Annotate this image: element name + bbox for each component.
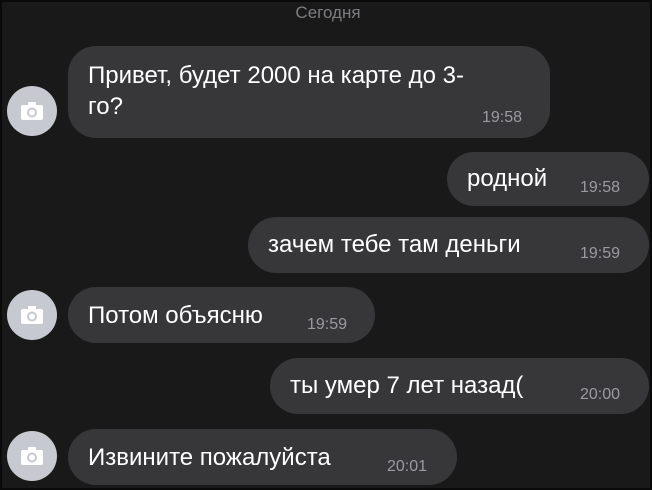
message-bubble-incoming[interactable]: Привет, будет 2000 на карте до 3- го? 19… (68, 46, 550, 138)
camera-icon (21, 102, 43, 120)
message-time: 19:58 (482, 109, 523, 126)
date-header: Сегодня (295, 3, 361, 22)
message-bubble-outgoing[interactable]: ты умер 7 лет назад( 20:00 (270, 358, 649, 414)
message-time: 19:58 (580, 179, 621, 196)
message-time: 20:00 (580, 386, 621, 403)
message-text: зачем тебе там деньги (268, 231, 521, 258)
avatar[interactable] (7, 431, 57, 481)
message-text: ты умер 7 лет назад( (290, 372, 524, 399)
message-bubble-incoming[interactable]: Потом объясню 19:59 (68, 287, 375, 343)
message-time: 20:01 (387, 458, 428, 475)
message-bubble-incoming[interactable]: Извините пожалуйста 20:01 (68, 429, 457, 485)
message-bubble-outgoing[interactable]: родной 19:58 (447, 152, 649, 206)
message-time: 19:59 (307, 316, 348, 333)
message-text: Привет, будет 2000 на карте до 3- (88, 62, 464, 89)
message-time: 19:59 (580, 245, 621, 262)
avatar[interactable] (7, 86, 57, 136)
camera-icon (21, 306, 43, 324)
message-bubble-outgoing[interactable]: зачем тебе там деньги 19:59 (248, 217, 649, 273)
avatar[interactable] (7, 290, 57, 340)
message-text: Извините пожалуйста (88, 444, 331, 471)
message-text: родной (467, 165, 548, 192)
message-text: Потом объясню (88, 302, 263, 329)
message-text: го? (88, 93, 123, 120)
camera-icon (21, 447, 43, 465)
